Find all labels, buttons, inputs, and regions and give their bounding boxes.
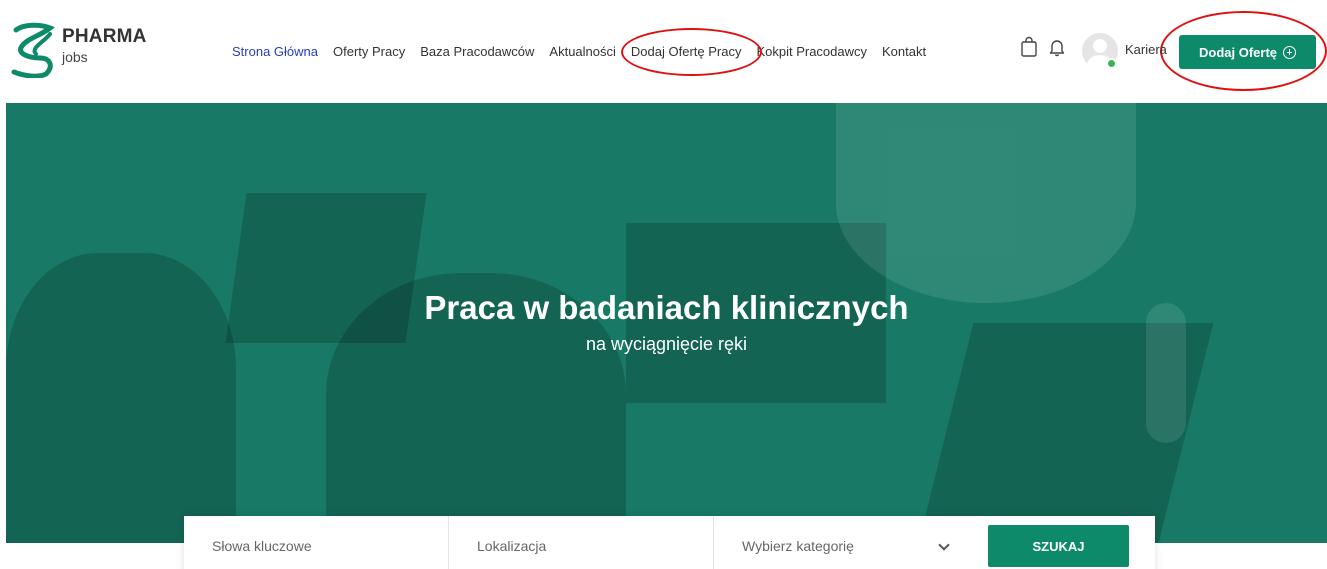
online-status-dot (1106, 58, 1117, 69)
hero-title: Praca w badaniach klinicznych (424, 289, 909, 326)
main-nav: Strona Główna Oferty Pracy Baza Pracodaw… (232, 44, 941, 59)
nav-employer-dashboard[interactable]: Kokpit Pracodawcy (756, 44, 867, 59)
nav-contact[interactable]: Kontakt (882, 44, 926, 59)
keywords-input[interactable]: Słowa kluczowe (212, 516, 448, 569)
category-select[interactable]: Wybierz kategorię (742, 516, 962, 569)
add-offer-label: Dodaj Ofertę (1198, 44, 1277, 60)
site-header: PHARMA jobs Strona Główna Oferty Pracy B… (0, 0, 1327, 103)
site-logo[interactable]: PHARMA jobs (10, 22, 150, 78)
plus-circle-icon (1283, 45, 1296, 59)
search-divider (713, 516, 714, 569)
search-button[interactable]: SZUKAJ (988, 525, 1129, 567)
search-divider (448, 516, 449, 569)
hero-bg-shape (836, 103, 1136, 303)
nav-news[interactable]: Aktualności (549, 44, 615, 59)
shopping-bag-icon[interactable] (1018, 36, 1040, 58)
logo-name: PHARMA (62, 26, 147, 47)
avatar-head (1093, 39, 1107, 53)
job-search-bar: Słowa kluczowe Lokalizacja Wybierz kateg… (184, 516, 1155, 569)
add-offer-button[interactable]: Dodaj Ofertę (1179, 35, 1316, 69)
hero-subtitle: na wyciągnięcie ręki (585, 334, 748, 354)
user-name[interactable]: Kariera (1125, 42, 1167, 57)
logo-sub: jobs (62, 49, 88, 65)
location-input[interactable]: Lokalizacja (477, 516, 713, 569)
nav-employers-database[interactable]: Baza Pracodawców (420, 44, 534, 59)
hero-banner: Praca w badaniach klinicznych na wyciągn… (6, 103, 1327, 543)
bell-icon[interactable] (1046, 36, 1068, 58)
nav-job-offers[interactable]: Oferty Pracy (333, 44, 405, 59)
nav-add-job-offer[interactable]: Dodaj Ofertę Pracy (631, 44, 742, 59)
logo-icon (11, 22, 55, 78)
nav-home[interactable]: Strona Główna (232, 44, 318, 59)
